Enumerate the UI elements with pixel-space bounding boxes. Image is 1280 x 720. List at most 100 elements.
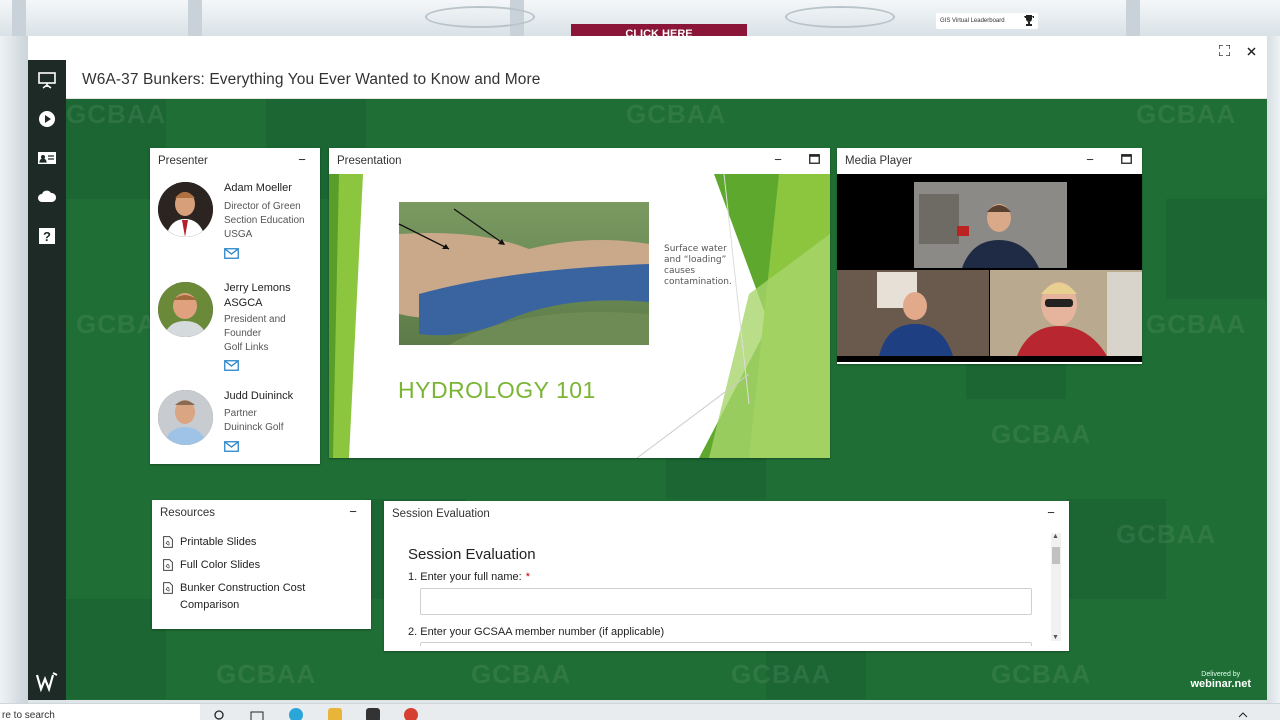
slide-caption: Surface water and “loading” causes conta… [664, 244, 732, 287]
resources-panel: Resources − Printable Slides Full Color … [152, 500, 371, 629]
leaderboard-button[interactable]: GIS Virtual Leaderboard [936, 13, 1038, 29]
minimize-button[interactable]: − [345, 505, 361, 521]
panel-title: Presenter [158, 155, 208, 167]
email-icon[interactable] [224, 441, 239, 452]
svg-text:?: ? [43, 229, 51, 244]
search-icon[interactable] [214, 710, 226, 720]
maximize-button[interactable] [1118, 153, 1134, 169]
question-label: 1. Enter your full name: * [408, 571, 531, 583]
presenter-panel: Presenter − Adam Moeller Director of Gre… [150, 148, 320, 464]
presenter-panel-header: Presenter − [150, 148, 320, 174]
email-icon[interactable] [224, 360, 239, 371]
leaderboard-label: GIS Virtual Leaderboard [940, 18, 1005, 24]
panel-title: Session Evaluation [392, 508, 490, 520]
close-modal-button[interactable] [1241, 42, 1261, 62]
presentation-panel-header: Presentation − [329, 148, 830, 174]
expand-icon [1217, 44, 1231, 57]
presenter-org: ASGCA [224, 297, 263, 309]
evaluation-form: Session Evaluation 1. Enter your full na… [384, 528, 1069, 646]
avatar [158, 390, 213, 445]
maximize-button[interactable] [806, 153, 822, 169]
slide-graphics [329, 174, 830, 458]
slide-title: HYDROLOGY 101 [398, 377, 596, 403]
background-pillar [12, 0, 26, 36]
scroll-up-arrow[interactable]: ▲ [1052, 533, 1059, 540]
watermark: GCBAA [471, 659, 572, 689]
scroll-thumb[interactable] [1052, 547, 1060, 564]
scroll-down-arrow[interactable]: ▼ [1052, 634, 1059, 641]
watermark: GCBAA [991, 419, 1092, 449]
evaluation-heading: Session Evaluation [408, 546, 536, 563]
media-player-panel: Media Player − [837, 148, 1142, 364]
session-evaluation-panel: Session Evaluation − Session Evaluation … [384, 501, 1069, 651]
fullscreen-button[interactable] [1214, 42, 1234, 62]
resource-link[interactable]: Bunker Construction Cost Comparison [152, 580, 322, 614]
webinar-stage: GCBAA GCBAA GCBAA GCBAA GCBAA GCBAA GCBA… [66, 99, 1267, 700]
chevron-up-icon[interactable] [1238, 712, 1248, 718]
minimize-button[interactable]: − [294, 153, 310, 169]
pdf-file-icon [163, 582, 173, 594]
taskbar-search[interactable]: re to search [0, 704, 200, 720]
presenter-item: Adam Moeller Director of Green Section E… [158, 182, 320, 274]
background-ring [425, 6, 535, 28]
left-nav-rail: ? [28, 60, 66, 700]
pdf-file-icon [163, 536, 173, 548]
minimize-button[interactable]: − [1043, 506, 1059, 522]
file-explorer-icon[interactable] [328, 708, 342, 720]
email-icon[interactable] [224, 248, 239, 259]
resources-panel-header: Resources − [152, 500, 371, 526]
webinar-modal: ? W6A-37 Bunkers: Everything You Ever Wa… [28, 36, 1267, 700]
required-marker: * [525, 571, 531, 583]
title-bar: W6A-37 Bunkers: Everything You Ever Want… [66, 60, 1267, 99]
member-number-field[interactable] [420, 642, 1032, 646]
presentation-panel: Presentation − Surface water and “loadin… [329, 148, 830, 458]
watermark: GCBAA [216, 659, 317, 689]
task-view-icon[interactable] [250, 710, 264, 720]
question-label: 2. Enter your GCSAA member number (if ap… [408, 626, 665, 638]
presenter-item: Judd Duininck Partner Duininck Golf [158, 390, 320, 482]
scrollbar[interactable]: ▲ ▼ [1051, 533, 1061, 641]
presenter-title: President and Founder Golf Links [224, 314, 286, 353]
presenter-name: Jerry Lemons [224, 282, 291, 294]
cloud-icon[interactable] [37, 187, 57, 207]
minimize-button[interactable]: − [1082, 153, 1098, 169]
resource-link[interactable]: Printable Slides [152, 534, 371, 551]
evaluation-panel-header: Session Evaluation − [384, 501, 1069, 527]
panel-title: Media Player [845, 155, 913, 167]
chrome-icon[interactable] [404, 708, 418, 720]
webinar-logo-icon [36, 672, 58, 692]
background-ring [785, 6, 895, 28]
trophy-icon [1024, 15, 1034, 26]
presenter-title: Director of Green Section Education USGA [224, 201, 305, 240]
full-name-field[interactable] [420, 588, 1032, 615]
watermark: GCBAA [1146, 309, 1247, 339]
media-panel-header: Media Player − [837, 148, 1142, 174]
watermark: GCBAA [991, 659, 1092, 689]
watermark: GCBAA [731, 659, 832, 689]
play-icon[interactable] [37, 109, 57, 129]
store-icon[interactable] [366, 708, 380, 720]
background-page-right [1267, 36, 1280, 720]
presentation-icon[interactable] [37, 70, 57, 90]
contact-card-icon[interactable] [37, 148, 57, 168]
panel-title: Resources [160, 507, 215, 519]
background-page-left [0, 36, 28, 720]
delivered-by-branding: Delivered by webinar.net [1190, 671, 1251, 690]
minimize-button[interactable]: − [770, 153, 786, 169]
avatar [158, 282, 213, 337]
watermark: GCBAA [1136, 99, 1237, 129]
os-taskbar: re to search [0, 703, 1280, 720]
webinar-title: W6A-37 Bunkers: Everything You Ever Want… [82, 71, 541, 88]
watermark: GCBAA [626, 99, 727, 129]
close-icon [1246, 47, 1256, 56]
presentation-slide: Surface water and “loading” causes conta… [329, 174, 830, 458]
presenter-item: Jerry Lemons ASGCA President and Founder… [158, 282, 320, 374]
help-icon[interactable]: ? [37, 226, 57, 246]
resource-link[interactable]: Full Color Slides [152, 557, 371, 574]
presenter-name: Adam Moeller [224, 182, 292, 194]
video-player[interactable] [837, 174, 1142, 362]
presenter-name: Judd Duininck [224, 390, 294, 402]
edge-icon[interactable] [289, 708, 303, 720]
click-here-banner[interactable]: CLICK HERE [571, 24, 747, 36]
presenter-title: Partner Duininck Golf [224, 408, 284, 433]
